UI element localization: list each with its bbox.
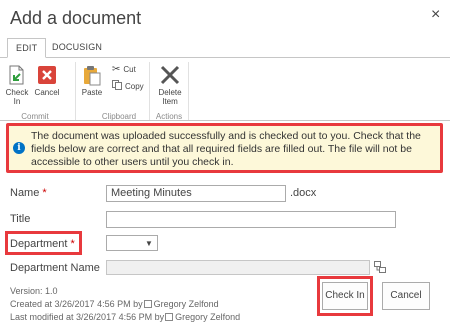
modified-info: Last modified at 3/26/2017 4:56 PM by Gre… [10,312,241,322]
message-text: The document was uploaded successfully a… [31,130,421,168]
cut-label: Cut [123,65,136,74]
department-name-field-label: Department Name [10,262,100,274]
cancel-button[interactable]: Cancel [382,282,430,310]
name-field-label: Name * [10,187,47,199]
tab-docusign[interactable]: DOCUSIGN [44,38,110,58]
check-in-button[interactable]: Check In [322,282,368,310]
name-input[interactable]: Meeting Minutes [106,185,286,202]
group-divider [149,62,150,120]
department-field-label: Department * [10,238,75,250]
group-divider [188,62,189,120]
group-label-actions: Actions [155,112,183,121]
cancel-label: Cancel [34,88,60,97]
copy-label: Copy [125,81,144,91]
required-asterisk: * [42,187,47,199]
group-label-commit: Commit [21,112,49,121]
file-extension: .docx [290,187,317,199]
created-by-link[interactable]: Gregory Zelfond [154,299,219,309]
title-field-label: Title [10,213,31,225]
paste-label: Paste [81,88,103,97]
ribbon-paste-button[interactable]: Paste [80,64,104,97]
copy-icon [112,80,122,92]
person-status-icon [165,313,174,321]
ribbon: Check In Cancel Paste ✂ Cut Copy Delete … [0,57,450,121]
title-input[interactable] [106,211,396,228]
ribbon-check-in-button[interactable]: Check In [4,64,30,106]
tab-edit[interactable]: EDIT [7,38,47,58]
department-select[interactable]: ▼ [106,235,158,251]
close-icon[interactable]: × [431,6,440,24]
modified-by-link[interactable]: Gregory Zelfond [175,312,240,322]
person-status-icon [143,300,152,308]
group-label-clipboard: Clipboard [101,112,137,121]
ribbon-copy-button[interactable]: Copy [112,80,144,92]
delete-item-label: Delete Item [158,88,182,106]
group-divider [75,62,76,120]
ribbon-delete-item-button[interactable]: Delete Item [156,64,184,106]
department-name-input [106,260,370,275]
check-in-label: Check In [5,88,29,106]
created-info: Created at 3/26/2017 4:56 PM by Gregory Z… [10,299,219,309]
paste-clipboard-icon [81,64,103,86]
info-icon: i [13,142,25,154]
dialog-title: Add a document [10,8,142,28]
version-text: Version: 1.0 [10,286,58,296]
ribbon-cut-button[interactable]: ✂ Cut [112,64,136,75]
required-asterisk: * [70,238,75,250]
chevron-down-icon: ▼ [145,239,153,248]
cancel-x-icon [36,64,58,86]
delete-x-icon [159,64,181,86]
scissors-icon: ✂ [112,64,121,75]
checked-out-message: i The document was uploaded successfully… [6,123,443,173]
ribbon-tabs: EDIT DOCUSIGN [0,38,450,58]
ribbon-cancel-button[interactable]: Cancel [33,64,61,97]
check-in-icon [6,64,28,86]
lookup-icon[interactable] [374,260,386,278]
